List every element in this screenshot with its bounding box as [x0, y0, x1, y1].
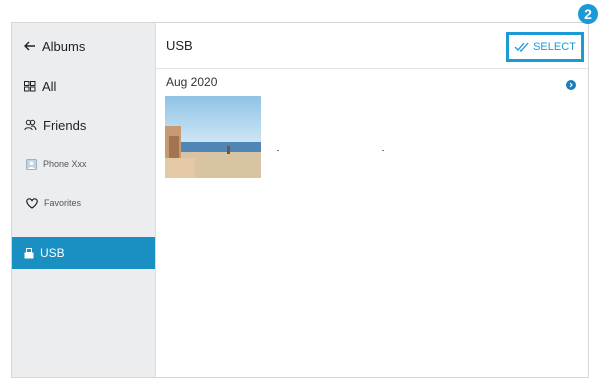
people-icon	[24, 119, 37, 131]
sidebar-item-label: Phone Xxx	[43, 159, 87, 169]
sidebar-item-label: Favorites	[44, 198, 82, 208]
sidebar: Albums All Friends Phone Xxx Favorites U…	[12, 23, 156, 377]
group-info-icon[interactable]	[566, 80, 576, 90]
placeholder-mark	[382, 150, 384, 151]
sidebar-item-favorites[interactable]: Favorites	[12, 192, 155, 214]
content-header: USB SELECT	[156, 23, 588, 69]
usb-icon	[24, 247, 34, 259]
step-callout-badge: 2	[578, 4, 598, 24]
sidebar-item-label: Friends	[43, 117, 87, 133]
select-label: SELECT	[533, 41, 576, 53]
sidebar-item-all[interactable]: All	[12, 75, 155, 97]
beach-photo-image	[165, 96, 261, 178]
back-label: Albums	[42, 38, 86, 54]
main-content: USB SELECT Aug 2020	[156, 23, 588, 377]
select-button[interactable]: SELECT	[506, 32, 584, 62]
grid-icon	[24, 80, 36, 92]
app-window: Albums All Friends Phone Xxx Favorites U…	[11, 22, 589, 378]
sidebar-item-label: USB	[40, 246, 65, 260]
sidebar-item-usb[interactable]: USB	[12, 237, 155, 269]
placeholder-mark	[277, 150, 279, 151]
heart-icon	[26, 197, 38, 209]
photo-thumbnail[interactable]	[165, 96, 261, 178]
double-check-icon	[514, 42, 530, 52]
back-to-albums-button[interactable]: Albums	[12, 35, 155, 57]
sidebar-item-friends[interactable]: Friends	[12, 114, 155, 136]
page-title: USB	[166, 38, 193, 53]
sidebar-item-phone[interactable]: Phone Xxx	[12, 153, 155, 175]
phone-album-icon	[26, 158, 37, 170]
sidebar-item-label: All	[42, 78, 57, 94]
back-arrow-icon	[24, 41, 36, 51]
date-group-label: Aug 2020	[166, 75, 218, 89]
